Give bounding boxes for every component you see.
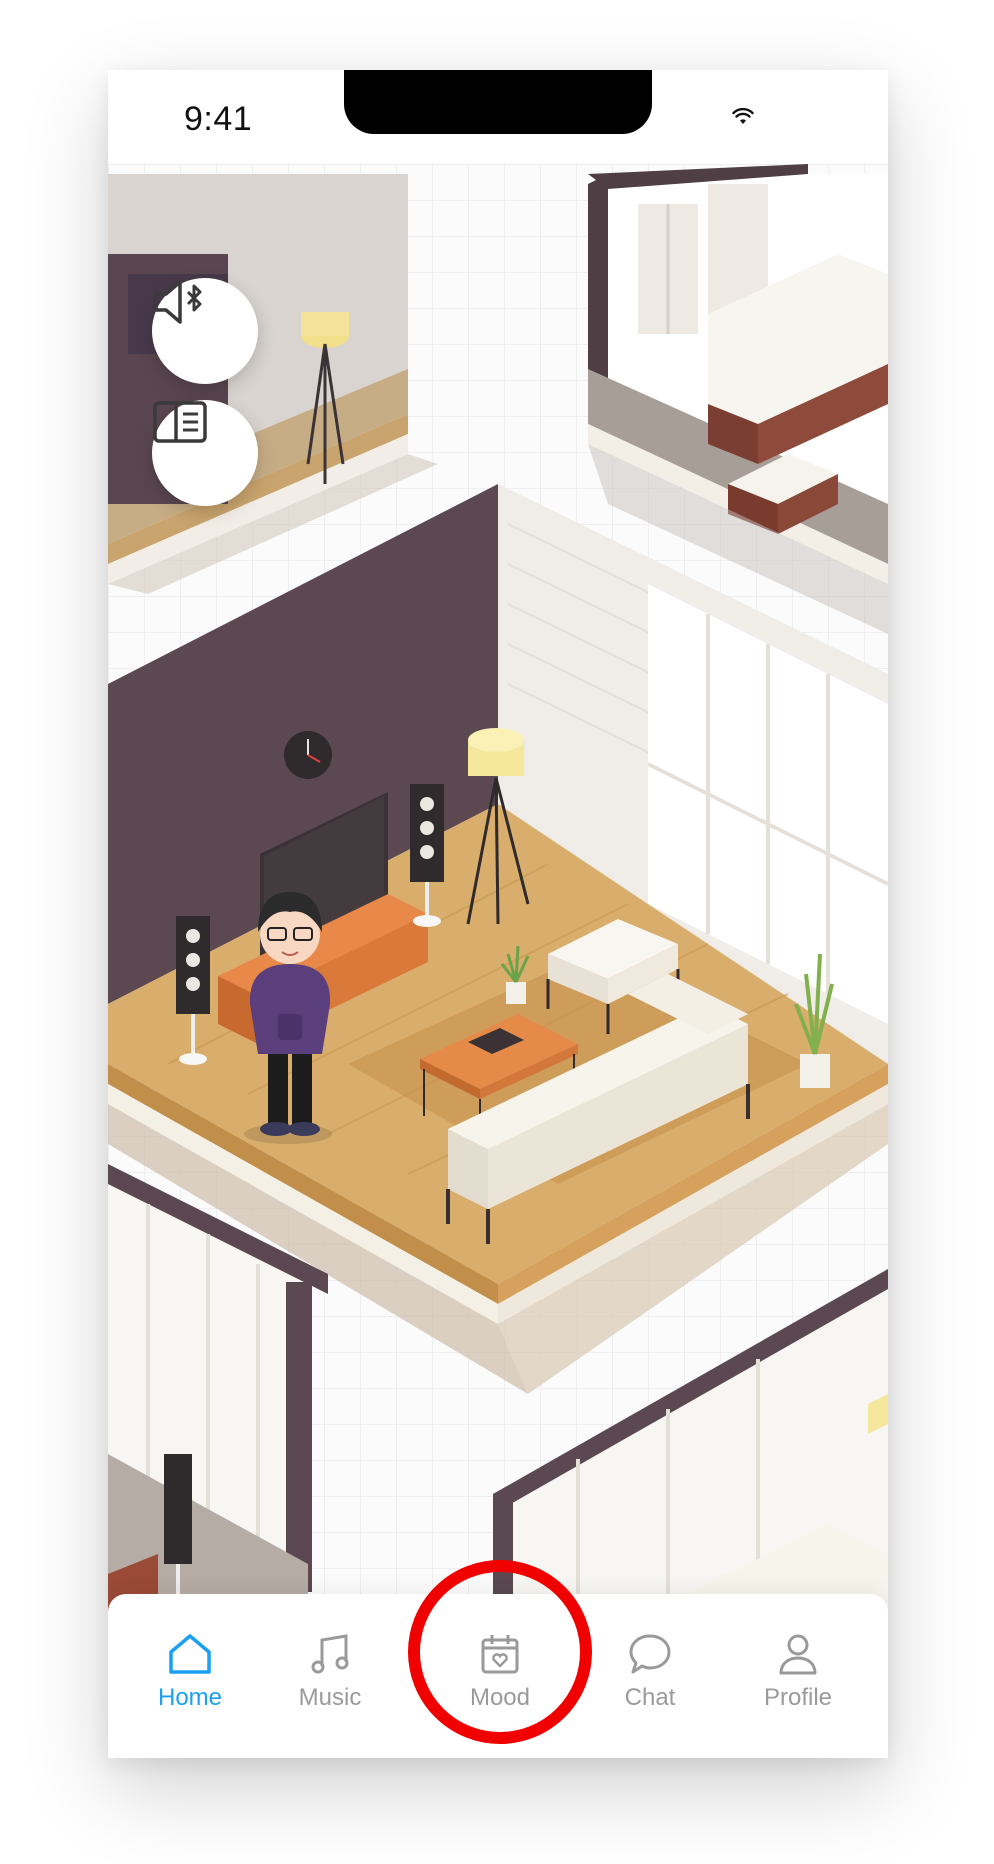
- tab-home[interactable]: Home: [130, 1630, 250, 1730]
- person-icon: [779, 1634, 817, 1675]
- tab-chat-label: Chat: [624, 1684, 676, 1711]
- status-bar: 9:41: [108, 70, 888, 164]
- bluetooth-speaker-button[interactable]: [152, 278, 258, 384]
- tab-profile-label: Profile: [763, 1684, 833, 1711]
- calendar-heart-icon: [481, 1635, 519, 1674]
- room-top-left: [108, 174, 438, 594]
- reader-layout-button[interactable]: [152, 400, 258, 506]
- tab-music-label: Music: [298, 1684, 362, 1711]
- bottom-tab-bar: Home Music Mood Chat Profile: [108, 1594, 888, 1758]
- wifi-icon: [732, 108, 754, 124]
- tab-mood-label: Mood: [469, 1684, 531, 1711]
- phone-frame: 9:41 Home Music Mood Chat Profile: [108, 70, 888, 1758]
- tab-home-label: Home: [157, 1684, 223, 1711]
- chat-bubble-icon: [629, 1634, 671, 1674]
- home-icon: [169, 1634, 211, 1674]
- status-time: 9:41: [184, 100, 253, 138]
- tab-profile[interactable]: Profile: [738, 1630, 858, 1730]
- tab-music[interactable]: Music: [270, 1630, 390, 1730]
- reader-layout-icon: [153, 401, 207, 443]
- tab-chat[interactable]: Chat: [590, 1630, 710, 1730]
- apartment-scene[interactable]: [108, 164, 888, 1664]
- tab-mood[interactable]: Mood: [440, 1630, 560, 1730]
- music-note-icon: [311, 1634, 349, 1674]
- notch: [344, 70, 652, 134]
- speaker-bluetooth-icon: [154, 280, 202, 324]
